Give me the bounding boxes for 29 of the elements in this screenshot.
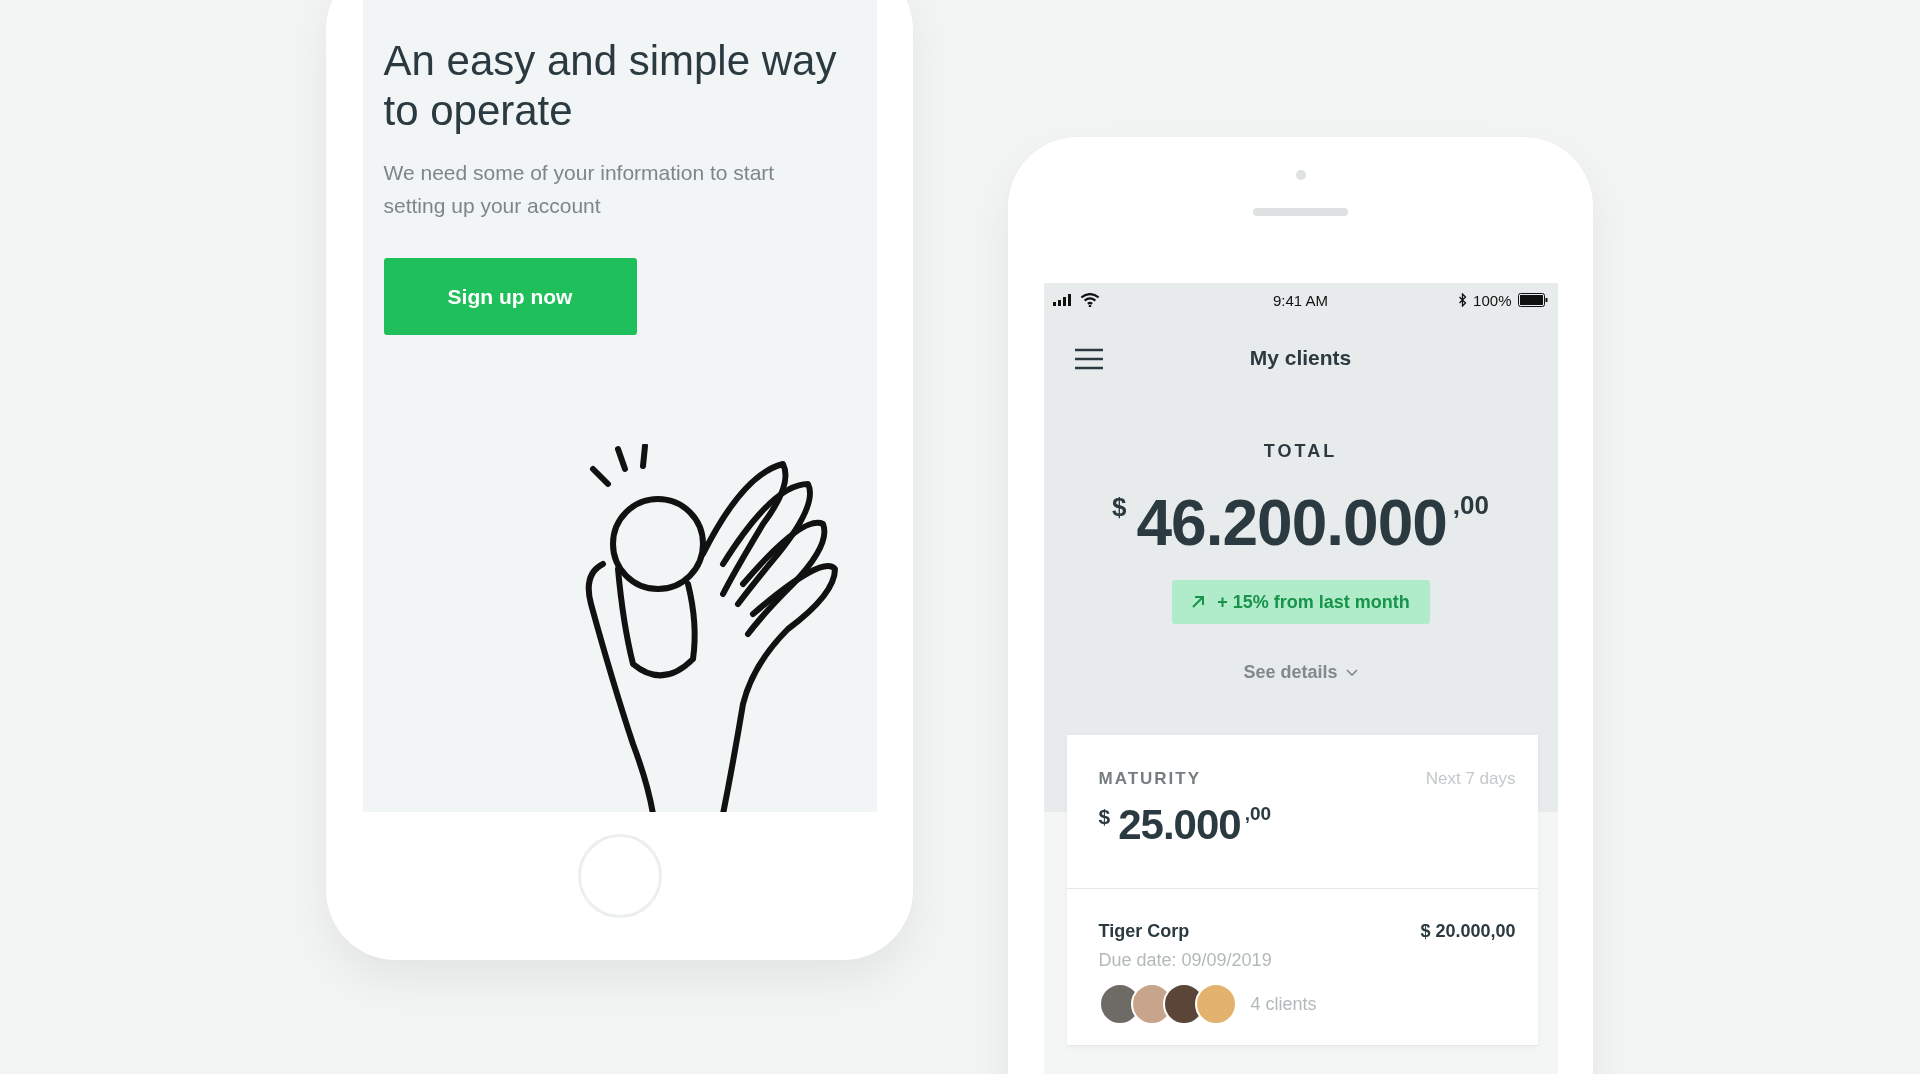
camera-dot [1295,170,1306,180]
arrow-up-right-icon [1191,595,1206,609]
maturity-amount: 25.000 [1118,803,1241,847]
menu-icon[interactable] [1074,348,1103,370]
chevron-down-icon [1345,668,1358,677]
period-label: Next 7 days [1425,769,1516,789]
total-cents: ,00 [1452,490,1489,521]
status-time: 9:41 AM [1272,291,1328,309]
maturity-cents: ,00 [1244,803,1272,825]
signal-icon [1051,294,1074,306]
wifi-icon [1079,293,1100,307]
total-amount: 46.200.000 [1136,488,1447,558]
bluetooth-icon [1458,293,1468,307]
subtitle: We need some of your information to start setting up your account [383,160,776,219]
currency-symbol: $ [1112,492,1127,523]
screen-title: My clients [1249,346,1352,370]
client-name: Tiger Corp [1098,921,1190,942]
currency-symbol: $ [1098,805,1111,829]
battery-percent: 100% [1473,291,1512,309]
change-text: + 15% from last month [1217,591,1410,613]
maturity-label: MATURITY [1098,769,1202,789]
total-label: TOTAL [1263,441,1338,462]
clients-count: 4 clients [1250,993,1317,1015]
see-details-link[interactable]: See details [1243,662,1358,683]
heading: An easy and simple way to operate [383,36,838,136]
battery-icon [1517,293,1550,307]
client-amount: $ 20.000,00 [1420,921,1516,942]
sign-up-button[interactable]: Sign up now [383,258,637,335]
due-date: Due date: 09/09/2019 [1098,950,1273,971]
